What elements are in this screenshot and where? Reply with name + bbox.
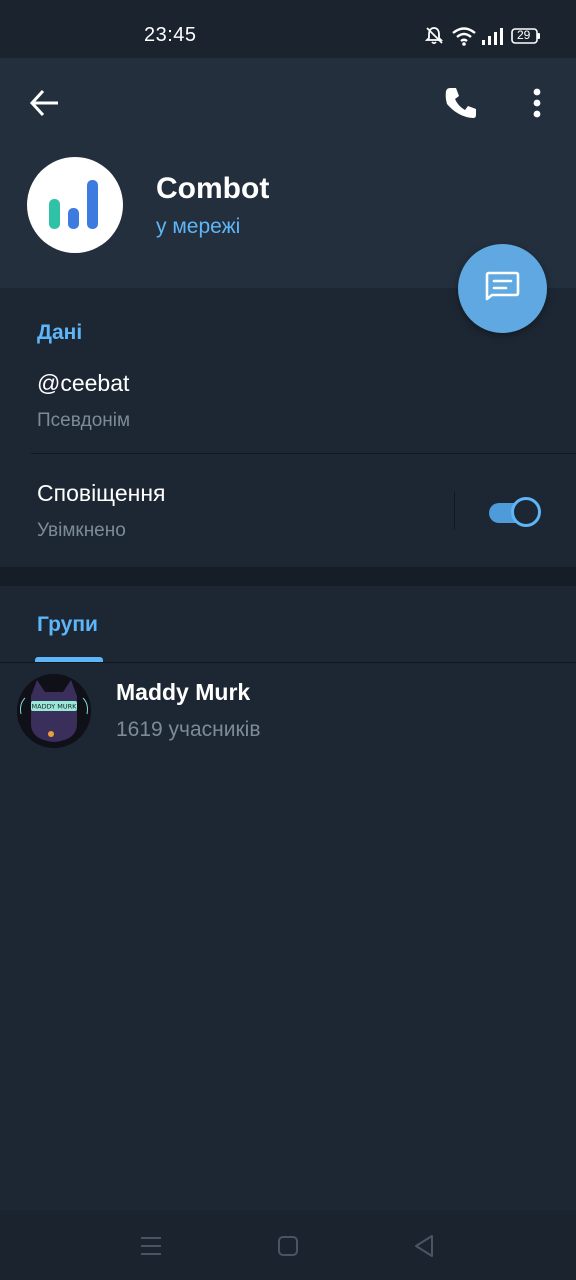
online-status: у мережі	[156, 215, 241, 238]
status-bar: 23:45 29	[0, 0, 576, 58]
home-icon	[273, 1236, 303, 1265]
vertical-divider	[454, 492, 455, 529]
username-row[interactable]: @ceebat Псевдонім	[0, 356, 576, 453]
signal-icon	[481, 26, 505, 51]
phone-icon	[440, 88, 482, 128]
back-triangle-icon	[410, 1235, 440, 1265]
status-time: 23:45	[144, 24, 197, 46]
toggle-knob	[511, 497, 541, 527]
more-vertical-icon	[516, 88, 558, 128]
system-back-button[interactable]	[410, 1231, 440, 1261]
bell-muted-icon	[424, 26, 444, 51]
username-value: @ceebat	[37, 370, 130, 396]
notifications-toggle[interactable]	[487, 495, 543, 529]
back-arrow-icon	[24, 89, 66, 128]
back-button[interactable]	[24, 82, 66, 124]
section-title-info: Дані	[37, 321, 83, 344]
username-label: Псевдонім	[37, 410, 131, 431]
group-name: Maddy Murk	[116, 679, 251, 705]
group-avatar-text: MADDY MURK	[32, 703, 78, 711]
tab-groups[interactable]: Групи	[37, 613, 98, 637]
notifications-title: Сповіщення	[37, 480, 166, 506]
battery-level: 29	[517, 28, 531, 42]
call-button[interactable]	[440, 82, 482, 124]
section-separator	[0, 567, 576, 586]
profile-name: Combot	[156, 172, 270, 205]
wifi-icon	[451, 26, 477, 51]
group-members: 1619 учасників	[116, 718, 261, 741]
groups-section: Групи MADDY MURK Maddy Murk 1619 учасник…	[0, 586, 576, 1210]
profile-avatar[interactable]	[27, 157, 123, 253]
home-button[interactable]	[273, 1231, 303, 1261]
recents-button[interactable]	[136, 1231, 166, 1261]
more-options-button[interactable]	[516, 82, 558, 124]
group-avatar: MADDY MURK	[17, 674, 91, 748]
recents-icon	[136, 1237, 166, 1265]
tab-divider	[0, 662, 576, 663]
send-message-button[interactable]	[458, 244, 547, 333]
notifications-status: Увімкнено	[37, 520, 126, 541]
system-nav-bar	[0, 1210, 576, 1280]
